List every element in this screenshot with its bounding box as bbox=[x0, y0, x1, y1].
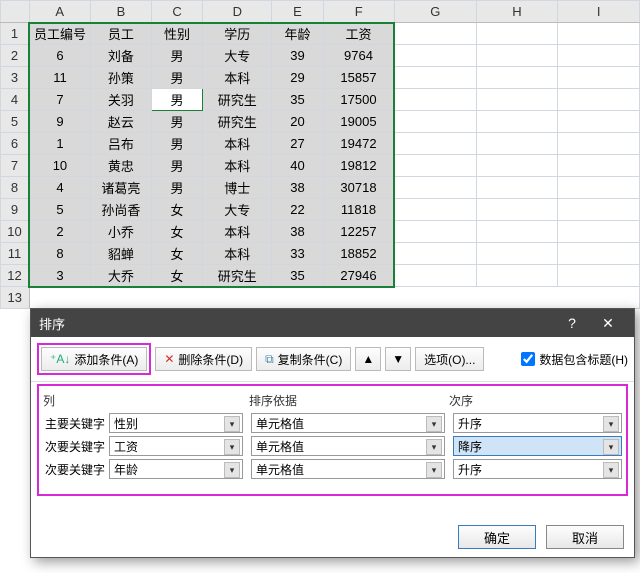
rule-label: 次要关键字 bbox=[43, 461, 109, 478]
delete-condition-label: 删除条件(D) bbox=[178, 351, 243, 368]
sort-basis-combo[interactable]: 单元格值▾ bbox=[251, 413, 445, 433]
spreadsheet: A B C D E F G H I 1 员工编号 员工 性别 学历 年龄 工资 … bbox=[0, 0, 640, 309]
chevron-down-icon: ▾ bbox=[426, 416, 442, 432]
table-row: 8 4 诸葛亮 男 博士 38 30718 bbox=[1, 177, 640, 199]
options-button[interactable]: 选项(O)... bbox=[415, 347, 484, 371]
delete-condition-button[interactable]: ✕ 删除条件(D) bbox=[155, 347, 252, 371]
sort-field-combo[interactable]: 性别▾ bbox=[109, 413, 243, 433]
cell[interactable]: 员工 bbox=[90, 23, 151, 45]
table-row: 9 5 孙尚香 女 大专 22 11818 bbox=[1, 199, 640, 221]
rules-header: 列 排序依据 次序 bbox=[43, 390, 622, 413]
table-row: 3 11 孙策 男 本科 29 15857 bbox=[1, 67, 640, 89]
ok-button[interactable]: 确定 bbox=[458, 525, 536, 549]
cell[interactable] bbox=[558, 23, 640, 45]
dialog-title: 排序 bbox=[39, 314, 65, 333]
cell[interactable] bbox=[394, 23, 476, 45]
sort-basis-combo[interactable]: 单元格值▾ bbox=[251, 459, 445, 479]
cell[interactable]: 学历 bbox=[203, 23, 272, 45]
sort-rules-area: 列 排序依据 次序 主要关键字 性别▾ 单元格值▾ 升序▾ 次要关键字 工资▾ … bbox=[37, 384, 628, 496]
copy-condition-label: 复制条件(C) bbox=[278, 351, 343, 368]
options-label: 选项(O)... bbox=[424, 351, 475, 368]
help-button[interactable]: ? bbox=[554, 309, 590, 337]
col-header-basis: 排序依据 bbox=[249, 392, 449, 409]
close-button[interactable]: ✕ bbox=[590, 309, 626, 337]
grid[interactable]: A B C D E F G H I 1 员工编号 员工 性别 学历 年龄 工资 … bbox=[0, 0, 640, 309]
col-H[interactable]: H bbox=[476, 1, 558, 23]
cell[interactable]: 工资 bbox=[323, 23, 394, 45]
sort-toolbar: ⁺A↓ 添加条件(A) ✕ 删除条件(D) ⧉ 复制条件(C) ▲ ▼ 选项(O… bbox=[31, 337, 634, 382]
col-D[interactable]: D bbox=[203, 1, 272, 23]
table-row: 10 2 小乔 女 本科 38 12257 bbox=[1, 221, 640, 243]
rule-label: 主要关键字 bbox=[43, 415, 109, 432]
chevron-down-icon: ▾ bbox=[603, 462, 619, 478]
sort-rule-row: 次要关键字 年龄▾ 单元格值▾ 升序▾ bbox=[43, 459, 622, 479]
sort-order-combo[interactable]: 升序▾ bbox=[453, 413, 622, 433]
chevron-down-icon: ▾ bbox=[603, 416, 619, 432]
col-header-order: 次序 bbox=[449, 392, 622, 409]
header-checkbox-input[interactable] bbox=[521, 352, 535, 366]
chevron-down-icon: ▾ bbox=[426, 439, 442, 455]
sort-field-combo[interactable]: 年龄▾ bbox=[109, 459, 243, 479]
chevron-down-icon: ▾ bbox=[224, 439, 240, 455]
sort-dialog: 排序 ? ✕ ⁺A↓ 添加条件(A) ✕ 删除条件(D) ⧉ 复制条件(C) ▲… bbox=[30, 308, 635, 558]
move-up-button[interactable]: ▲ bbox=[355, 347, 381, 371]
column-header-row: A B C D E F G H I bbox=[1, 1, 640, 23]
copy-condition-button[interactable]: ⧉ 复制条件(C) bbox=[256, 347, 351, 371]
row-hdr[interactable]: 1 bbox=[1, 23, 30, 45]
move-down-button[interactable]: ▼ bbox=[385, 347, 411, 371]
add-condition-button[interactable]: ⁺A↓ 添加条件(A) bbox=[41, 347, 147, 371]
table-row: 7 10 黄忠 男 本科 40 19812 bbox=[1, 155, 640, 177]
add-condition-label: 添加条件(A) bbox=[74, 351, 138, 368]
cell[interactable]: 性别 bbox=[152, 23, 203, 45]
cancel-button[interactable]: 取消 bbox=[546, 525, 624, 549]
col-A[interactable]: A bbox=[29, 1, 90, 23]
delete-icon: ✕ bbox=[164, 352, 174, 366]
cell[interactable]: 年龄 bbox=[272, 23, 323, 45]
dialog-titlebar[interactable]: 排序 ? ✕ bbox=[31, 309, 634, 337]
chevron-down-icon: ▾ bbox=[603, 439, 619, 455]
chevron-down-icon: ▾ bbox=[224, 462, 240, 478]
col-G[interactable]: G bbox=[394, 1, 476, 23]
table-row: 2 6 刘备 男 大专 39 9764 bbox=[1, 45, 640, 67]
cell[interactable]: 员工编号 bbox=[29, 23, 90, 45]
sort-order-combo[interactable]: 降序▾ bbox=[453, 436, 622, 456]
col-F[interactable]: F bbox=[323, 1, 394, 23]
chevron-down-icon: ▼ bbox=[392, 352, 404, 366]
sort-basis-combo[interactable]: 单元格值▾ bbox=[251, 436, 445, 456]
col-E[interactable]: E bbox=[272, 1, 323, 23]
table-row: 4 7 关羽 男 研究生 35 17500 bbox=[1, 89, 640, 111]
add-condition-highlight: ⁺A↓ 添加条件(A) bbox=[37, 343, 151, 375]
sort-order-combo[interactable]: 升序▾ bbox=[453, 459, 622, 479]
sort-field-combo[interactable]: 工资▾ bbox=[109, 436, 243, 456]
header-checkbox-label: 数据包含标题(H) bbox=[539, 351, 628, 368]
chevron-up-icon: ▲ bbox=[362, 352, 374, 366]
corner-cell[interactable] bbox=[1, 1, 30, 23]
dialog-buttons: 确定 取消 bbox=[458, 525, 624, 549]
col-B[interactable]: B bbox=[90, 1, 151, 23]
col-C[interactable]: C bbox=[152, 1, 203, 23]
rule-label: 次要关键字 bbox=[43, 438, 109, 455]
sort-rule-row: 次要关键字 工资▾ 单元格值▾ 降序▾ bbox=[43, 436, 622, 456]
table-row: 12 3 大乔 女 研究生 35 27946 bbox=[1, 265, 640, 287]
col-I[interactable]: I bbox=[558, 1, 640, 23]
chevron-down-icon: ▾ bbox=[224, 416, 240, 432]
data-has-header-checkbox[interactable]: 数据包含标题(H) bbox=[521, 351, 628, 368]
active-cell[interactable]: 男 bbox=[152, 89, 203, 111]
table-row: 5 9 赵云 男 研究生 20 19005 bbox=[1, 111, 640, 133]
add-sort-icon: ⁺A↓ bbox=[50, 352, 70, 366]
table-row: 6 1 吕布 男 本科 27 19472 bbox=[1, 133, 640, 155]
table-row: 11 8 貂蝉 女 本科 33 18852 bbox=[1, 243, 640, 265]
cell[interactable] bbox=[476, 23, 558, 45]
col-header-key: 列 bbox=[43, 392, 141, 409]
sort-rule-row: 主要关键字 性别▾ 单元格值▾ 升序▾ bbox=[43, 413, 622, 433]
table-row: 1 员工编号 员工 性别 学历 年龄 工资 bbox=[1, 23, 640, 45]
chevron-down-icon: ▾ bbox=[426, 462, 442, 478]
copy-icon: ⧉ bbox=[265, 352, 274, 367]
